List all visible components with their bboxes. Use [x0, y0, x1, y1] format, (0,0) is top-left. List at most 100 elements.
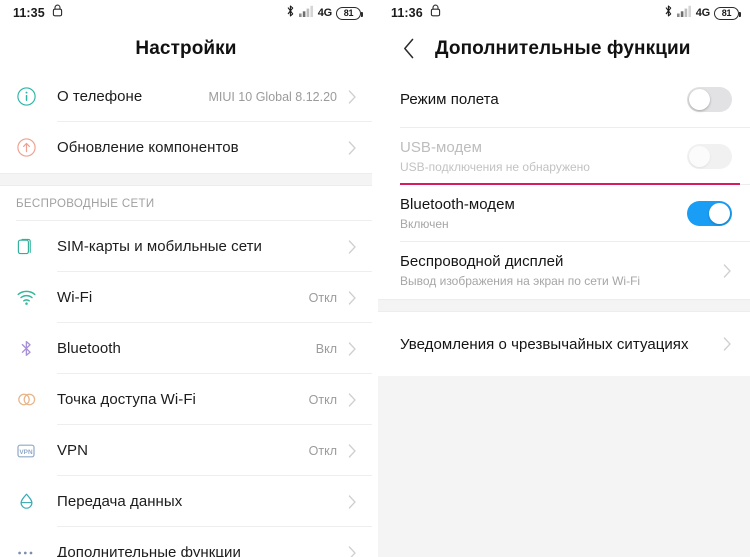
sidebar-item-vpn[interactable]: VPN VPN Откл	[0, 425, 372, 476]
sidebar-item-label: О телефоне	[57, 88, 143, 105]
bluetooth-icon	[16, 338, 57, 359]
chevron-right-icon	[348, 545, 356, 557]
network-type-label: 4G	[317, 7, 332, 19]
sidebar-item-additional-functions[interactable]: Дополнительные функции	[0, 527, 372, 557]
setting-subtitle: USB-подключения не обнаружено	[400, 160, 590, 174]
battery-indicator: 81	[714, 6, 741, 20]
update-arrow-icon	[16, 137, 57, 158]
lock-icon	[52, 4, 63, 22]
group-separator	[0, 173, 372, 186]
chevron-right-icon	[348, 140, 356, 155]
setting-title: Bluetooth-модем	[400, 196, 515, 213]
row-text-block: Беспроводной дисплей Вывод изображения н…	[400, 243, 723, 298]
status-bar-left-group: 11:36	[391, 4, 441, 22]
chevron-right-icon	[348, 290, 356, 305]
hotspot-icon	[16, 389, 57, 410]
setting-row-emergency-alerts[interactable]: Уведомления о чрезвычайных ситуациях	[378, 312, 750, 376]
chevron-right-icon	[348, 494, 356, 509]
about-phone-value: MIUI 10 Global 8.12.20	[208, 89, 337, 104]
page-title: Дополнительные функции	[435, 37, 691, 59]
right-title-bar: Дополнительные функции	[378, 26, 750, 71]
highlight-underline-annotation	[400, 182, 740, 185]
toggle-knob	[689, 146, 710, 167]
toggle-knob	[689, 89, 710, 110]
toggle-knob	[709, 203, 730, 224]
settings-group-general: О телефоне MIUI 10 Global 8.12.20 Обновл…	[0, 71, 372, 173]
page-title: Настройки	[135, 37, 237, 59]
sidebar-item-label: Дополнительные функции	[57, 544, 241, 557]
network-type-label: 4G	[695, 7, 710, 19]
battery-level-label: 81	[721, 7, 732, 18]
status-bar-left-group: 11:35	[13, 4, 63, 22]
vpn-badge-icon: VPN	[16, 443, 57, 459]
hotspot-state-value: Откл	[308, 392, 337, 407]
sidebar-item-label: Точка доступа Wi-Fi	[57, 391, 196, 408]
bluetooth-icon	[286, 4, 295, 23]
info-circle-icon	[16, 86, 57, 107]
section-header-wireless: БЕСПРОВОДНЫЕ СЕТИ	[0, 186, 372, 221]
vpn-state-value: Откл	[308, 443, 337, 458]
dual-screenshot-container: 11:35 4G 81 Настройки О телефоне MIUI 10…	[0, 0, 750, 557]
signal-bars-icon	[676, 4, 692, 22]
battery-level-label: 81	[343, 7, 354, 18]
chevron-right-icon	[348, 443, 356, 458]
setting-row-bluetooth-tethering[interactable]: Bluetooth-модем Включен	[378, 185, 750, 242]
more-dots-icon	[16, 549, 57, 557]
battery-indicator: 81	[336, 6, 363, 20]
wifi-icon	[16, 287, 57, 308]
data-usage-drop-icon	[16, 491, 57, 512]
setting-title: USB-модем	[400, 139, 483, 156]
svg-text:VPN: VPN	[19, 449, 33, 456]
wireless-section: БЕСПРОВОДНЫЕ СЕТИ	[0, 186, 372, 221]
bluetooth-tethering-toggle[interactable]	[687, 201, 732, 226]
chevron-right-icon	[348, 89, 356, 104]
lock-icon	[430, 4, 441, 22]
sidebar-item-label: SIM-карты и мобильные сети	[57, 238, 262, 255]
sidebar-item-wifi[interactable]: Wi-Fi Откл	[0, 272, 372, 323]
sim-cards-icon	[16, 236, 57, 257]
sidebar-item-about-phone[interactable]: О телефоне MIUI 10 Global 8.12.20	[0, 71, 372, 122]
status-time: 11:35	[13, 6, 45, 20]
setting-subtitle: Вывод изображения на экран по сети Wi-Fi	[400, 274, 641, 288]
additional-functions-group-1: Режим полета USB-модем USB-подключения н…	[378, 71, 750, 299]
sidebar-item-label: Передача данных	[57, 493, 183, 510]
back-chevron-icon[interactable]	[396, 34, 422, 64]
chevron-right-icon	[348, 341, 356, 356]
setting-title: Уведомления о чрезвычайных ситуациях	[400, 335, 689, 353]
setting-row-airplane-mode[interactable]: Режим полета	[378, 71, 750, 128]
right-phone-screen: 11:36 4G 81 Дополнительные функции Режим…	[378, 0, 750, 557]
setting-title: Беспроводной дисплей	[400, 253, 564, 270]
chevron-right-icon	[723, 263, 731, 278]
sidebar-item-component-update[interactable]: Обновление компонентов	[0, 122, 372, 173]
setting-row-usb-tethering[interactable]: USB-модем USB-подключения не обнаружено	[378, 128, 750, 185]
row-text-block: USB-модем USB-подключения не обнаружено	[400, 129, 687, 184]
row-text-block: Уведомления о чрезвычайных ситуациях	[400, 326, 723, 363]
additional-functions-group-2: Уведомления о чрезвычайных ситуациях	[378, 312, 750, 376]
airplane-mode-toggle[interactable]	[687, 87, 732, 112]
sidebar-item-label: Wi-Fi	[57, 289, 93, 306]
sidebar-item-data-usage[interactable]: Передача данных	[0, 476, 372, 527]
setting-row-wireless-display[interactable]: Беспроводной дисплей Вывод изображения н…	[378, 242, 750, 299]
left-status-bar: 11:35 4G 81	[0, 0, 372, 26]
sidebar-item-sim-cards[interactable]: SIM-карты и мобильные сети	[0, 221, 372, 272]
status-bar-right-group: 4G 81	[286, 4, 363, 23]
chevron-right-icon	[723, 337, 731, 351]
sidebar-item-label: Обновление компонентов	[57, 139, 239, 156]
bluetooth-icon	[664, 4, 673, 23]
signal-bars-icon	[298, 4, 314, 22]
sidebar-item-bluetooth[interactable]: Bluetooth Вкл	[0, 323, 372, 374]
status-bar-right-group: 4G 81	[664, 4, 741, 23]
chevron-right-icon	[348, 392, 356, 407]
row-text-block: Bluetooth-модем Включен	[400, 186, 687, 241]
setting-title: Режим полета	[400, 91, 499, 108]
right-content-column: Режим полета USB-модем USB-подключения н…	[378, 71, 750, 557]
bluetooth-state-value: Вкл	[315, 341, 337, 356]
left-title-bar: Настройки	[0, 26, 372, 71]
sidebar-item-hotspot[interactable]: Точка доступа Wi-Fi Откл	[0, 374, 372, 425]
page-background-filler	[378, 376, 750, 557]
group-separator	[378, 299, 750, 312]
settings-group-wireless: SIM-карты и мобильные сети Wi-Fi Откл Bl…	[0, 221, 372, 557]
usb-tethering-toggle[interactable]	[687, 144, 732, 169]
status-time: 11:36	[391, 6, 423, 20]
chevron-right-icon	[348, 239, 356, 254]
